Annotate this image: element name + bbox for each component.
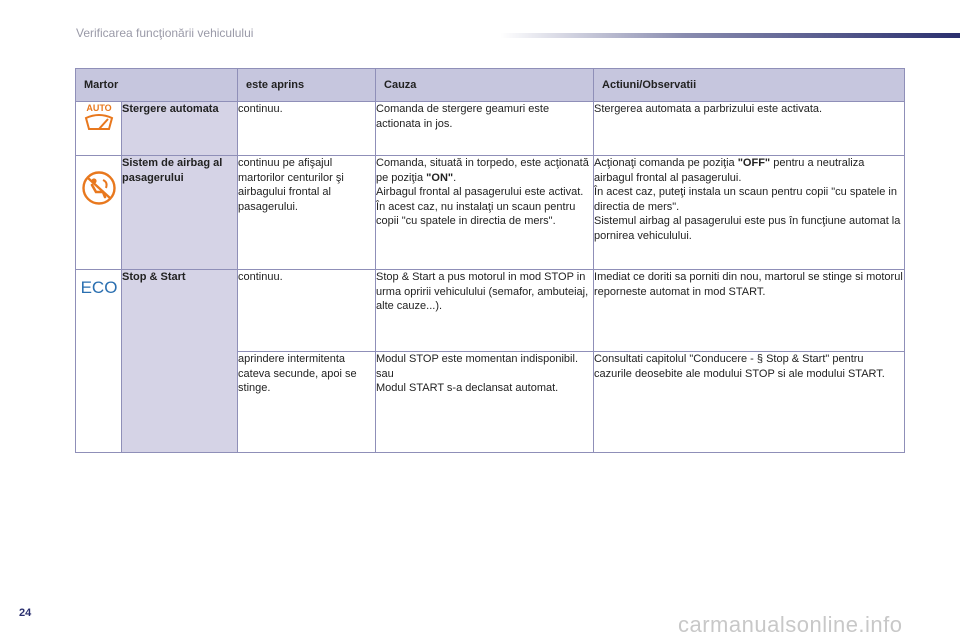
warning-light-name: Sistem de airbag al pasagerului [120, 155, 239, 270]
table-row: Sistem de airbag al pasagerului continuu… [75, 155, 906, 270]
cause-text-part: Modul START s-a declansat automat. [376, 382, 559, 394]
cause-text-part: sau [376, 367, 394, 380]
column-header: Actiuni/Observatii [593, 68, 906, 102]
column-header: Cauza [375, 68, 595, 102]
table-row: AUTO Stergere automata continuu. Comanda… [75, 101, 906, 156]
page-number: 24 [19, 607, 32, 619]
action-text: Imediat ce doriti sa porniti din nou, ma… [593, 269, 906, 352]
action-text-part: Acţionaţi comanda pe poziţia [594, 157, 738, 169]
icon-cell: ECO [75, 269, 122, 453]
table-header-row: Martor este aprins Cauza Actiuni/Observa… [74, 68, 906, 102]
cause-text-part: În acest caz, nu instalaţi un scaun pent… [376, 200, 576, 228]
action-text: Acţionaţi comanda pe poziţia "OFF" pentr… [593, 155, 906, 270]
cause-text-emphasis: "ON" [426, 171, 454, 184]
warning-light-name: Stop & Start [120, 269, 239, 453]
cause-text-part: Airbagul frontal al pasagerului este act… [376, 186, 584, 198]
warning-lights-table: Martor este aprins Cauza Actiuni/Observa… [74, 68, 906, 453]
lit-condition: continuu pe afişajul martorilor centuril… [237, 155, 377, 270]
cause-text-part: Comanda, situată in torpedo, este acţion… [376, 157, 589, 184]
action-text-part: În acest caz, puteţi instala un scaun pe… [594, 186, 897, 213]
icon-cell: AUTO [75, 101, 122, 156]
warning-light-name: Stergere automata [120, 101, 239, 156]
lit-condition: aprindere intermitenta cateva secunde, a… [237, 351, 377, 453]
header-decoration-bar [500, 33, 960, 38]
cause-text-part: Modul STOP este momentan indisponibil. [376, 353, 578, 365]
cause-text: Comanda, situată in torpedo, este acţion… [375, 155, 595, 270]
lit-condition: continuu. [237, 101, 377, 156]
lit-condition: continuu. [237, 269, 377, 352]
action-text: Consultati capitolul "Conducere - § Stop… [593, 351, 906, 453]
watermark: carmanualsonline.info [678, 612, 903, 637]
action-text-part: Sistemul airbag al pasagerului este pus … [594, 215, 901, 242]
column-header: este aprins [237, 68, 377, 102]
eco-icon: ECO [80, 278, 117, 297]
wiper-auto-icon: AUTO [84, 103, 113, 130]
cause-text: Comanda de stergere geamuri este actiona… [375, 101, 595, 156]
cause-text: Stop & Start a pus motorul in mod STOP i… [375, 269, 595, 352]
action-text-emphasis: "OFF" [737, 157, 771, 169]
passenger-airbag-off-icon [81, 171, 116, 205]
action-text: Stergerea automata a parbrizului este ac… [593, 101, 906, 156]
cause-text: Modul STOP este momentan indisponibil. s… [375, 351, 595, 453]
column-header: Martor [74, 68, 239, 102]
icon-cell [75, 155, 122, 270]
eco-icon-label: ECO [80, 278, 117, 297]
table-row: ECO Stop & Start continuu. Stop & Start … [75, 269, 906, 453]
cause-text-part: . [453, 171, 457, 184]
page-header-title: Verificarea funcţionării vehiculului [76, 26, 254, 40]
wiper-auto-icon-label: AUTO [86, 103, 111, 113]
